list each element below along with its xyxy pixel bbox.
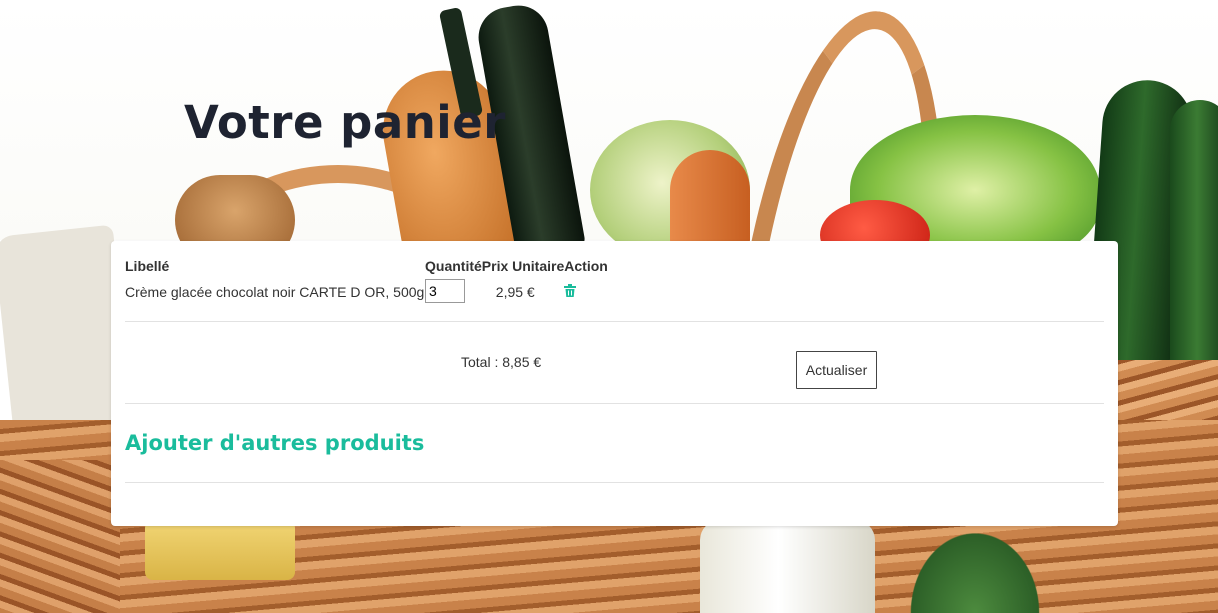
header-label: Libellé [125, 258, 170, 274]
add-more-products-link[interactable]: Ajouter d'autres produits [125, 431, 424, 455]
trash-icon[interactable] [564, 284, 577, 300]
item-unit-price: 2,95 € [495, 284, 535, 300]
header-unit-price: Prix Unitaire [481, 258, 565, 274]
divider [125, 321, 1104, 322]
item-action-cell [564, 278, 608, 314]
header-quantity: Quantité [425, 258, 482, 274]
cart-card: Libellé Quantité Prix Unitaire Action Cr… [111, 241, 1118, 526]
item-quantity-cell [425, 278, 482, 314]
table-header-row: Libellé Quantité Prix Unitaire Action [125, 258, 608, 278]
divider [125, 482, 1104, 483]
header-action: Action [564, 258, 608, 274]
table-row: Crème glacée chocolat noir CARTE D OR, 5… [125, 278, 608, 314]
cart-total: Total : 8,85 € [461, 354, 542, 370]
cart-table: Libellé Quantité Prix Unitaire Action Cr… [125, 258, 608, 314]
divider [125, 403, 1104, 404]
page-title: Votre panier [184, 96, 506, 149]
item-label: Crème glacée chocolat noir CARTE D OR, 5… [125, 284, 425, 300]
quantity-input[interactable] [425, 279, 465, 303]
refresh-button[interactable]: Actualiser [796, 351, 877, 389]
